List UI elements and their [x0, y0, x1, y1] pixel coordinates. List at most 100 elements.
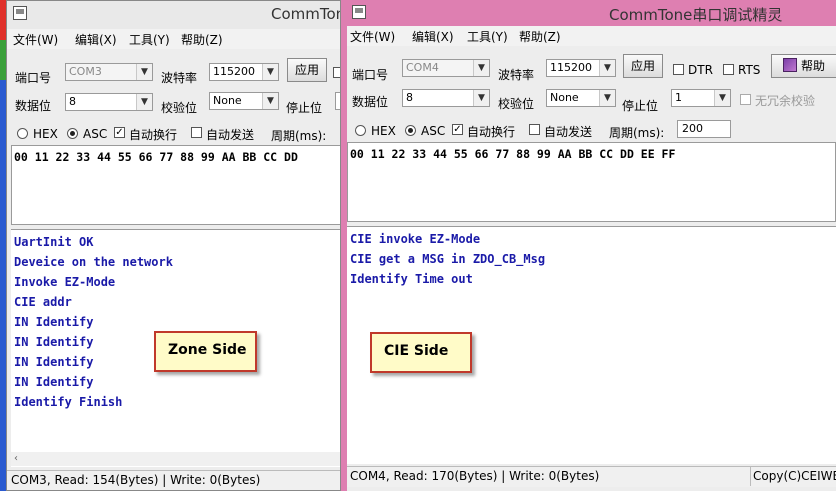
parity-label: 校验位	[161, 101, 198, 115]
receive-line: CIE addr	[14, 295, 72, 309]
receive-line: CIE get a MSG in ZDO_CB_Msg	[350, 252, 546, 266]
no-redundant-checkbox[interactable]	[740, 94, 751, 105]
cie-commtone-window: CommTone串口调试精灵 文件(W) 编辑(X) 工具(Y) 帮助(Z) 端…	[341, 0, 836, 491]
port-select[interactable]: COM4 ▼	[402, 59, 490, 77]
stopbits-select[interactable]: 1 ▼	[671, 89, 731, 107]
chevron-down-icon[interactable]: ▼	[473, 90, 489, 106]
apply-button[interactable]: 应用	[623, 54, 663, 78]
stopbits-value: 1	[675, 91, 682, 104]
receive-line: Identify Time out	[350, 272, 473, 286]
app-icon[interactable]	[13, 6, 27, 20]
chevron-down-icon[interactable]: ▼	[473, 60, 489, 76]
autosend-checkbox[interactable]	[529, 124, 540, 135]
autowrap-checkbox[interactable]: ✓	[452, 124, 463, 135]
zone-side-callout: Zone Side	[154, 331, 257, 372]
rts-label: RTS	[738, 63, 761, 77]
hex-label: HEX	[371, 124, 396, 138]
menu-edit[interactable]: 编辑(X)	[412, 28, 454, 45]
horizontal-scrollbar[interactable]: ‹	[11, 452, 340, 466]
chevron-left-icon[interactable]: ‹	[14, 453, 18, 464]
help-button[interactable]: 帮助	[771, 54, 836, 78]
chevron-down-icon[interactable]: ▼	[599, 60, 615, 76]
receive-line: UartInit OK	[14, 235, 94, 249]
baud-label: 波特率	[161, 71, 198, 85]
baud-value: 115200	[213, 65, 255, 78]
receive-line: IN Identify	[14, 315, 94, 329]
parity-select[interactable]: None ▼	[546, 89, 616, 107]
status-text: COM4, Read: 170(Bytes) | Write: 0(Bytes)	[350, 469, 600, 483]
status-bar: COM4, Read: 170(Bytes) | Write: 0(Bytes)…	[347, 466, 836, 487]
parity-select[interactable]: None ▼	[209, 92, 279, 110]
status-text: COM3, Read: 154(Bytes) | Write: 0(Bytes)	[11, 473, 261, 487]
period-label: 周期(ms):	[609, 126, 665, 140]
autosend-label: 自动发送	[206, 128, 255, 142]
title-bar[interactable]: CommTone串口调试精灵	[341, 0, 836, 28]
app-icon[interactable]	[352, 5, 366, 19]
baud-select[interactable]: 115200 ▼	[209, 63, 279, 81]
chevron-down-icon[interactable]: ▼	[136, 64, 152, 80]
menu-tools[interactable]: 工具(Y)	[129, 31, 170, 48]
dtr-label: DTR	[688, 63, 713, 77]
help-button-label: 帮助	[800, 59, 825, 73]
asc-radio[interactable]	[67, 128, 78, 139]
databits-select[interactable]: 8 ▼	[402, 89, 490, 107]
databits-label: 数据位	[15, 99, 52, 113]
window-title: CommTone	[271, 5, 340, 23]
menu-file[interactable]: 文件(W)	[350, 28, 395, 45]
databits-select[interactable]: 8 ▼	[65, 93, 153, 111]
apply-button[interactable]: 应用	[287, 58, 327, 82]
stopbits-label: 停止位	[286, 101, 323, 115]
chevron-down-icon[interactable]: ▼	[599, 90, 615, 106]
window-title: CommTone串口调试精灵	[609, 6, 783, 24]
menu-tools[interactable]: 工具(Y)	[467, 28, 508, 45]
parity-value: None	[213, 94, 242, 107]
dtr-checkbox[interactable]	[673, 64, 684, 75]
menu-file[interactable]: 文件(W)	[13, 31, 58, 48]
autowrap-checkbox[interactable]: ✓	[114, 127, 125, 138]
send-textarea[interactable]: 00 11 22 33 44 55 66 77 88 99 AA BB CC D…	[11, 145, 340, 225]
period-input[interactable]: 200	[677, 120, 731, 138]
receive-line: IN Identify	[14, 375, 94, 389]
port-select[interactable]: COM3 ▼	[65, 63, 153, 81]
databits-value: 8	[69, 95, 76, 108]
port-label: 端口号	[352, 68, 389, 82]
chevron-down-icon[interactable]: ▼	[262, 64, 278, 80]
send-textarea[interactable]: 00 11 22 33 44 55 66 77 88 99 AA BB CC D…	[347, 142, 836, 222]
databits-label: 数据位	[352, 95, 389, 109]
databits-value: 8	[406, 91, 413, 104]
baud-value: 115200	[550, 61, 592, 74]
cie-side-callout: CIE Side	[370, 332, 472, 373]
receive-line: Invoke EZ-Mode	[14, 275, 116, 289]
parity-value: None	[550, 91, 579, 104]
asc-label: ASC	[83, 127, 108, 141]
window-client: 文件(W) 编辑(X) 工具(Y) 帮助(Z) 端口号 COM4 ▼ 波特率 1…	[347, 26, 836, 491]
stopbits-label: 停止位	[622, 99, 659, 113]
menu-help[interactable]: 帮助(Z)	[519, 28, 561, 45]
asc-label: ASC	[421, 124, 446, 138]
menu-edit[interactable]: 编辑(X)	[75, 31, 117, 48]
menu-help[interactable]: 帮助(Z)	[181, 31, 223, 48]
baud-select[interactable]: 115200 ▼	[546, 59, 616, 77]
chevron-down-icon[interactable]: ▼	[714, 90, 730, 106]
chevron-down-icon[interactable]: ▼	[136, 94, 152, 110]
dtr-checkbox[interactable]	[333, 67, 340, 78]
autowrap-label: 自动换行	[467, 125, 516, 139]
receive-line: CIE invoke EZ-Mode	[350, 232, 481, 246]
receive-line: Identify Finish	[14, 395, 123, 409]
hex-radio[interactable]	[17, 128, 28, 139]
copyright-text: Copy(C)CEIWE	[750, 467, 836, 486]
autosend-checkbox[interactable]	[191, 127, 202, 138]
title-bar[interactable]: CommTone	[7, 1, 340, 29]
hex-radio[interactable]	[355, 125, 366, 136]
asc-radio[interactable]	[405, 125, 416, 136]
receive-line: Deveice on the network	[14, 255, 173, 269]
chevron-down-icon[interactable]: ▼	[262, 93, 278, 109]
menu-bar: 文件(W) 编辑(X) 工具(Y) 帮助(Z)	[347, 26, 836, 46]
receive-line: IN Identify	[14, 355, 94, 369]
period-label: 周期(ms):	[271, 129, 327, 143]
port-value: COM3	[69, 65, 102, 78]
autosend-label: 自动发送	[544, 125, 593, 139]
window-client: 文件(W) 编辑(X) 工具(Y) 帮助(Z) 端口号 COM3 ▼ 波特率 1…	[7, 29, 340, 490]
book-icon	[782, 58, 797, 72]
rts-checkbox[interactable]	[723, 64, 734, 75]
